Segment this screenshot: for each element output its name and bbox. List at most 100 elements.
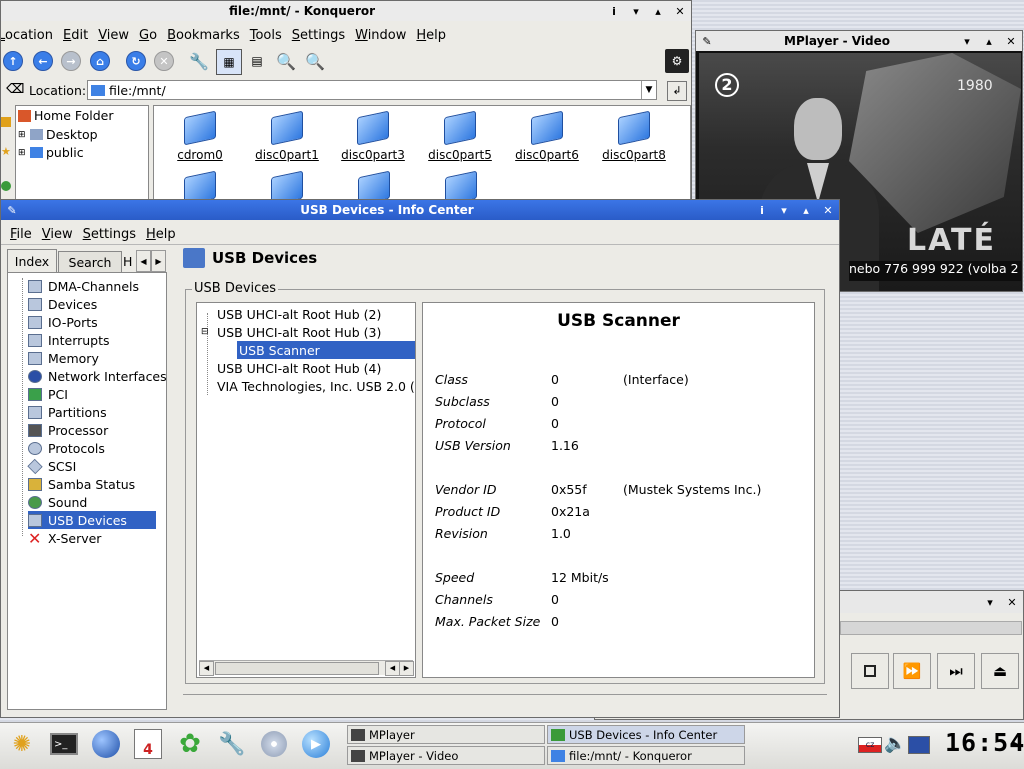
pin-icon[interactable]: ✎: [1, 204, 23, 217]
index-item-network-interfaces[interactable]: Network Interfaces: [28, 367, 167, 385]
task-konqueror[interactable]: file:/mnt/ - Konqueror: [547, 746, 745, 765]
back-icon[interactable]: ←: [31, 49, 55, 73]
stop-icon[interactable]: ✕: [152, 49, 176, 73]
control-center-icon[interactable]: 🔧: [216, 728, 248, 760]
media-play-icon[interactable]: ▶: [300, 728, 332, 760]
menu-window[interactable]: Window: [350, 28, 411, 43]
index-item-x-server[interactable]: ✕ X-Server: [28, 529, 101, 548]
file-item-disc0part6[interactable]: disc0part6: [514, 110, 580, 162]
file-item-partial[interactable]: [184, 170, 216, 199]
konqueror-window[interactable]: file:/mnt/ - Konqueror i ▾ ▴ ✕ Location …: [0, 0, 692, 200]
menu-settings[interactable]: Settings: [287, 28, 350, 43]
zoom-in-icon[interactable]: 🔍: [274, 49, 298, 73]
index-item-io-ports[interactable]: IO-Ports: [28, 313, 98, 331]
go-icon[interactable]: ↲: [667, 81, 687, 101]
tab-help[interactable]: H: [123, 251, 135, 271]
menu-settings[interactable]: Settings: [78, 227, 141, 242]
maximize-icon[interactable]: ▴: [795, 204, 817, 217]
stop-button[interactable]: [851, 653, 889, 689]
file-item-partial[interactable]: [271, 170, 303, 199]
close-icon[interactable]: ✕: [817, 204, 839, 217]
index-item-devices[interactable]: Devices: [28, 295, 97, 313]
index-item-protocols[interactable]: Protocols: [28, 439, 105, 457]
menu-location[interactable]: Location: [1, 28, 58, 43]
scroll-left-icon[interactable]: ◀: [385, 661, 400, 676]
file-item-cdrom0[interactable]: cdrom0: [172, 110, 228, 162]
expand-icon[interactable]: ⊞: [18, 130, 30, 140]
infocenter-window[interactable]: ✎ USB Devices - Info Center i ▾ ▴ ✕ File…: [0, 199, 840, 718]
menu-help[interactable]: Help: [411, 28, 451, 43]
index-item-partitions[interactable]: Partitions: [28, 403, 107, 421]
menu-go[interactable]: Go: [134, 28, 162, 43]
network-monitor-icon[interactable]: [908, 736, 930, 754]
kde-gear-icon[interactable]: ⚙: [665, 49, 689, 73]
scroll-right-icon[interactable]: ▶: [399, 661, 414, 676]
usb-via-controller[interactable]: VIA Technologies, Inc. USB 2.0 (1: [217, 377, 415, 395]
horizontal-scrollbar[interactable]: ◀ ◀ ▶: [199, 660, 414, 676]
index-item-pci[interactable]: PCI: [28, 385, 68, 403]
expand-icon[interactable]: ⊞: [18, 148, 30, 158]
info-icon[interactable]: i: [751, 204, 773, 217]
index-item-interrupts[interactable]: Interrupts: [28, 331, 110, 349]
task-mplayer[interactable]: MPlayer: [347, 725, 545, 744]
icq-flower-icon[interactable]: ✿: [174, 728, 206, 760]
close-icon[interactable]: ✕: [1001, 596, 1023, 609]
pin-icon[interactable]: ✎: [696, 35, 718, 48]
file-item-disc0part1[interactable]: disc0part1: [254, 110, 320, 162]
kde-menu-icon[interactable]: ✺: [6, 728, 38, 760]
browser-globe-icon[interactable]: [90, 728, 122, 760]
file-item-partial[interactable]: [445, 170, 477, 199]
tab-scroll-right-icon[interactable]: ▶: [151, 250, 166, 272]
next-button[interactable]: ⏭: [937, 653, 975, 689]
zoom-out-icon[interactable]: 🔍: [303, 49, 327, 73]
wrench-icon[interactable]: 🔧: [187, 49, 211, 73]
sidebar-home[interactable]: Home Folder: [18, 108, 114, 123]
network-tab-icon[interactable]: [1, 181, 11, 191]
index-item-usb-devices[interactable]: USB Devices: [28, 511, 156, 529]
menu-view[interactable]: View: [37, 227, 78, 242]
location-dropdown-icon[interactable]: ▼: [641, 81, 656, 99]
infocenter-titlebar[interactable]: ✎ USB Devices - Info Center i ▾ ▴ ✕: [1, 200, 839, 220]
keyboard-layout-flag-icon[interactable]: cz: [858, 737, 882, 753]
home-icon[interactable]: ⌂: [88, 49, 112, 73]
menu-file[interactable]: File: [5, 227, 37, 242]
sidebar-desktop[interactable]: ⊞ Desktop: [18, 127, 98, 142]
usb-hub-4[interactable]: USB UHCI-alt Root Hub (4): [217, 359, 381, 377]
menu-edit[interactable]: Edit: [58, 28, 93, 43]
collapse-icon[interactable]: ⊟: [201, 327, 217, 337]
maximize-icon[interactable]: ▴: [978, 35, 1000, 48]
tab-scroll-left-icon[interactable]: ◀: [136, 250, 151, 272]
index-item-dma-channels[interactable]: DMA-Channels: [28, 277, 139, 295]
close-icon[interactable]: ✕: [1000, 35, 1022, 48]
minimize-icon[interactable]: ▾: [956, 35, 978, 48]
terminal-icon[interactable]: >_: [48, 728, 80, 760]
menu-view[interactable]: View: [93, 28, 134, 43]
menu-tools[interactable]: Tools: [245, 28, 287, 43]
menu-help[interactable]: Help: [141, 227, 181, 242]
index-item-scsi[interactable]: SCSI: [27, 457, 76, 475]
seek-bar[interactable]: [840, 621, 1022, 635]
konqueror-titlebar[interactable]: file:/mnt/ - Konqueror i ▾ ▴ ✕: [1, 1, 691, 21]
tab-search[interactable]: Search: [58, 251, 122, 273]
menu-bookmarks[interactable]: Bookmarks: [162, 28, 245, 43]
index-item-memory[interactable]: Memory: [28, 349, 99, 367]
scroll-thumb[interactable]: [215, 662, 379, 675]
close-icon[interactable]: ✕: [669, 5, 691, 18]
minimize-icon[interactable]: ▾: [979, 596, 1001, 609]
usb-hub-2[interactable]: USB UHCI-alt Root Hub (2): [217, 305, 381, 323]
minimize-icon[interactable]: ▾: [773, 204, 795, 217]
star-tab-icon[interactable]: ★: [1, 145, 11, 158]
panel-hide-icon[interactable]: ▸: [1012, 736, 1018, 750]
task-mplayer-video[interactable]: MPlayer - Video: [347, 746, 545, 765]
file-item-disc0part8[interactable]: disc0part8: [601, 110, 667, 162]
icon-view-icon[interactable]: ▦: [216, 49, 242, 75]
media-cd-icon[interactable]: [258, 728, 290, 760]
clear-location-icon[interactable]: ⌫: [6, 82, 24, 97]
maximize-icon[interactable]: ▴: [647, 5, 669, 18]
bookmark-tab-icon[interactable]: [1, 117, 11, 127]
file-item-partial[interactable]: [358, 170, 390, 199]
fast-forward-button[interactable]: ⏩: [893, 653, 931, 689]
location-input[interactable]: file:/mnt/ ▼: [87, 80, 657, 100]
volume-icon[interactable]: 🔈: [884, 733, 906, 754]
usb-hub-3[interactable]: ⊟ USB UHCI-alt Root Hub (3): [201, 323, 381, 341]
